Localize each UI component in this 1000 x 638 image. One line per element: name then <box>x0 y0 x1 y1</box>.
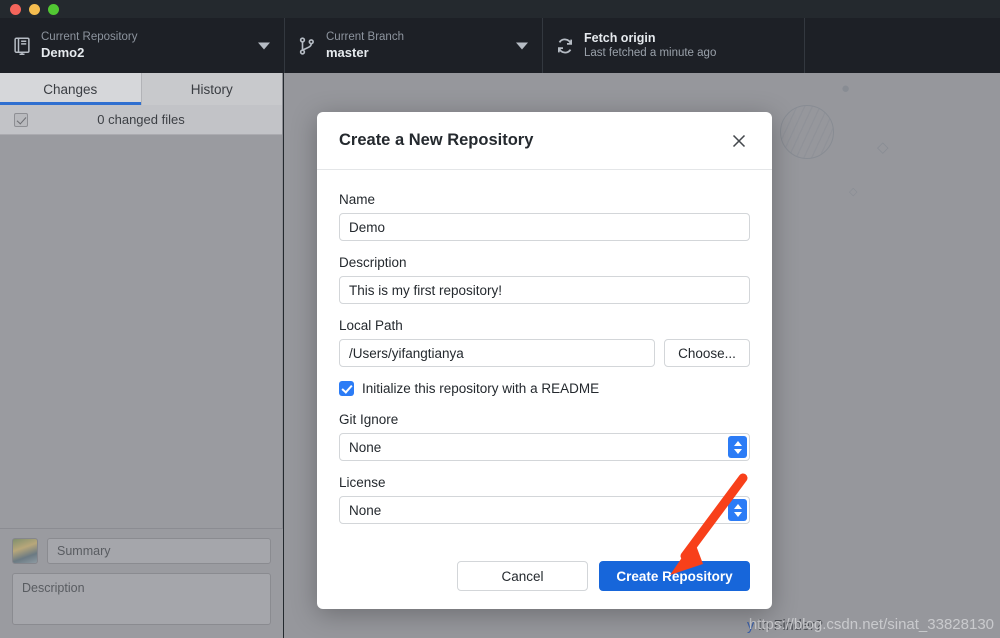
create-repository-button[interactable]: Create Repository <box>599 561 750 591</box>
dialog-header: Create a New Repository <box>317 112 772 170</box>
commit-description-input[interactable]: Description <box>12 573 271 625</box>
sparkle-icon: ● <box>841 80 851 97</box>
toolbar: Current Repository Demo2 Current Branch … <box>0 18 1000 73</box>
cancel-button[interactable]: Cancel <box>457 561 588 591</box>
current-branch-value: master <box>326 44 369 60</box>
name-input[interactable] <box>339 213 750 241</box>
description-field-group: Description <box>339 255 750 304</box>
license-field-group: License None <box>339 475 750 524</box>
dialog-footer: Cancel Create Repository <box>317 543 772 609</box>
description-input[interactable] <box>339 276 750 304</box>
fetch-origin-title: Fetch origin <box>584 30 656 45</box>
current-repository-value: Demo2 <box>41 44 85 60</box>
changed-files-label: 0 changed files <box>97 112 185 127</box>
git-ignore-stepper-icon[interactable] <box>728 436 747 458</box>
readme-checkbox-label: Initialize this repository with a README <box>362 381 600 396</box>
sync-icon <box>555 36 575 56</box>
chevron-down-icon <box>516 42 528 49</box>
toolbar-empty-area <box>805 18 1000 73</box>
name-field-group: Name <box>339 192 750 241</box>
local-path-input[interactable] <box>339 339 655 367</box>
planet-illustration-icon <box>780 105 834 159</box>
repo-book-icon <box>12 36 32 56</box>
readme-checkbox-row[interactable]: Initialize this repository with a README <box>339 381 750 396</box>
avatar <box>12 538 38 564</box>
commit-summary-row: Summary <box>12 538 271 564</box>
commit-summary-placeholder: Summary <box>57 544 111 558</box>
git-ignore-select[interactable]: None <box>339 433 750 461</box>
license-select[interactable]: None <box>339 496 750 524</box>
git-ignore-label: Git Ignore <box>339 412 399 427</box>
diamond-icon: ◇ <box>877 139 889 156</box>
current-repository-selector[interactable]: Current Repository Demo2 <box>0 18 285 73</box>
github-desktop-window: Current Repository Demo2 Current Branch … <box>0 0 1000 638</box>
minimize-window-button[interactable] <box>29 4 40 15</box>
git-ignore-field-group: Git Ignore None <box>339 412 750 461</box>
close-icon[interactable] <box>728 130 750 152</box>
fetch-origin-button[interactable]: Fetch origin Last fetched a minute ago <box>543 18 805 73</box>
tab-history[interactable]: History <box>142 73 283 105</box>
git-ignore-value: None <box>349 439 382 455</box>
close-window-button[interactable] <box>10 4 21 15</box>
tab-changes-label: Changes <box>43 81 98 97</box>
license-stepper-icon[interactable] <box>728 499 747 521</box>
diamond-small-icon: ◇ <box>849 186 858 198</box>
changed-files-list <box>0 135 282 530</box>
commit-summary-input[interactable]: Summary <box>47 538 271 564</box>
tab-changes[interactable]: Changes <box>0 73 142 105</box>
local-path-field-group: Local Path Choose... <box>339 318 750 367</box>
choose-path-button[interactable]: Choose... <box>664 339 750 367</box>
select-all-files-checkbox[interactable] <box>14 112 28 127</box>
changed-files-header: 0 changed files <box>0 105 282 135</box>
sidebar-tabs: Changes History <box>0 73 282 105</box>
name-label: Name <box>339 192 376 207</box>
maximize-window-button[interactable] <box>48 4 59 15</box>
license-label: License <box>339 475 386 490</box>
commit-form: Summary Description <box>0 528 283 638</box>
description-label: Description <box>339 255 407 270</box>
readme-checkbox[interactable] <box>339 381 354 396</box>
sidebar: Changes History 0 changed files Summary … <box>0 73 283 638</box>
create-repository-dialog: Create a New Repository Name Description… <box>317 112 772 609</box>
fetch-origin-subtitle: Last fetched a minute ago <box>584 47 717 60</box>
tab-history-label: History <box>190 81 233 97</box>
window-controls <box>10 4 59 15</box>
commit-description-placeholder: Description <box>22 581 85 595</box>
watermark: https://blog.csdn.net/sinat_33828130 <box>748 616 994 633</box>
current-branch-sublabel: Current Branch <box>326 31 404 44</box>
local-path-label: Local Path <box>339 318 403 333</box>
dialog-body: Name Description Local Path Choose... In… <box>317 170 772 543</box>
dialog-title: Create a New Repository <box>339 131 534 149</box>
chevron-down-icon <box>258 42 270 49</box>
git-branch-icon <box>297 36 317 56</box>
title-bar <box>0 0 1000 18</box>
license-value: None <box>349 502 382 518</box>
current-branch-selector[interactable]: Current Branch master <box>285 18 543 73</box>
current-repository-sublabel: Current Repository <box>41 31 138 44</box>
